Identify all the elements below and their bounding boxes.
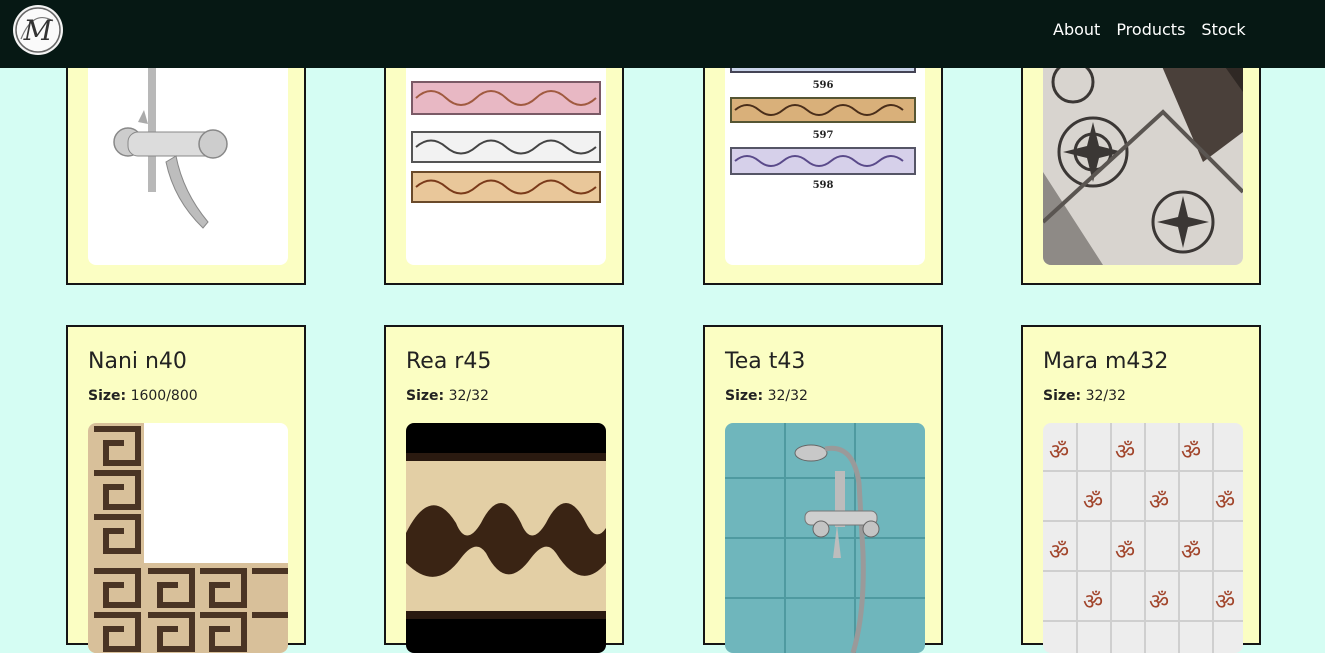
product-size: Size: 32/32 xyxy=(406,388,489,404)
size-value: 32/32 xyxy=(1085,388,1126,404)
svg-text:M: M xyxy=(23,14,54,47)
om-symbol-icon: ॐ xyxy=(1049,440,1069,465)
product-name: Rea r45 xyxy=(406,349,492,374)
product-card[interactable]: Mara m432 Size: 32/32 ॐ ॐ ॐ ॐ ॐ ॐ ॐ ॐ ॐ … xyxy=(1021,325,1261,653)
om-symbol-icon: ॐ xyxy=(1215,490,1235,515)
size-value: 32/32 xyxy=(448,388,489,404)
om-symbol-icon: ॐ xyxy=(1083,490,1103,515)
nav-link-stock[interactable]: Stock xyxy=(1201,20,1245,39)
size-label: Size: xyxy=(406,388,445,404)
om-symbol-icon: ॐ xyxy=(1181,540,1201,565)
size-value: 32/32 xyxy=(767,388,808,404)
product-card[interactable]: Rea r45 Size: 32/32 xyxy=(384,325,624,653)
om-symbol-icon: ॐ xyxy=(1181,440,1201,465)
size-label: Size: xyxy=(725,388,764,404)
product-card[interactable]: Tea t43 Size: 32/32 xyxy=(703,325,943,653)
svg-text:597: 597 xyxy=(813,130,834,141)
size-label: Size: xyxy=(88,388,127,404)
om-symbol-icon: ॐ xyxy=(1149,590,1169,615)
om-symbol-icon: ॐ xyxy=(1049,540,1069,565)
om-symbol-icon: ॐ xyxy=(1115,540,1135,565)
logo[interactable]: M xyxy=(13,5,63,55)
product-name: Nani n40 xyxy=(88,349,187,374)
product-image xyxy=(725,423,925,653)
om-symbol-icon: ॐ xyxy=(1215,590,1235,615)
logo-mark-icon: M xyxy=(15,7,61,53)
nav-link-about[interactable]: About xyxy=(1053,20,1100,39)
product-size: Size: 1600/800 xyxy=(88,388,198,404)
product-size: Size: 32/32 xyxy=(1043,388,1126,404)
product-card[interactable]: Nani n40 Size: 1600/800 xyxy=(66,325,306,653)
svg-text:596: 596 xyxy=(813,80,834,91)
nav-link-products[interactable]: Products xyxy=(1116,20,1185,39)
navbar: M About Products Stock xyxy=(0,0,1325,68)
product-name: Tea t43 xyxy=(725,349,806,374)
om-symbol-icon: ॐ xyxy=(1083,590,1103,615)
product-size: Size: 32/32 xyxy=(725,388,808,404)
size-value: 1600/800 xyxy=(130,388,198,404)
product-image xyxy=(406,423,606,653)
product-image: ॐ ॐ ॐ ॐ ॐ ॐ ॐ ॐ ॐ ॐ ॐ ॐ xyxy=(1043,423,1243,653)
nav-links: About Products Stock xyxy=(1053,20,1246,39)
product-image xyxy=(88,423,288,653)
om-symbol-icon: ॐ xyxy=(1115,440,1135,465)
om-symbol-icon: ॐ xyxy=(1149,490,1169,515)
size-label: Size: xyxy=(1043,388,1082,404)
svg-text:598: 598 xyxy=(813,180,834,191)
product-name: Mara m432 xyxy=(1043,349,1169,374)
